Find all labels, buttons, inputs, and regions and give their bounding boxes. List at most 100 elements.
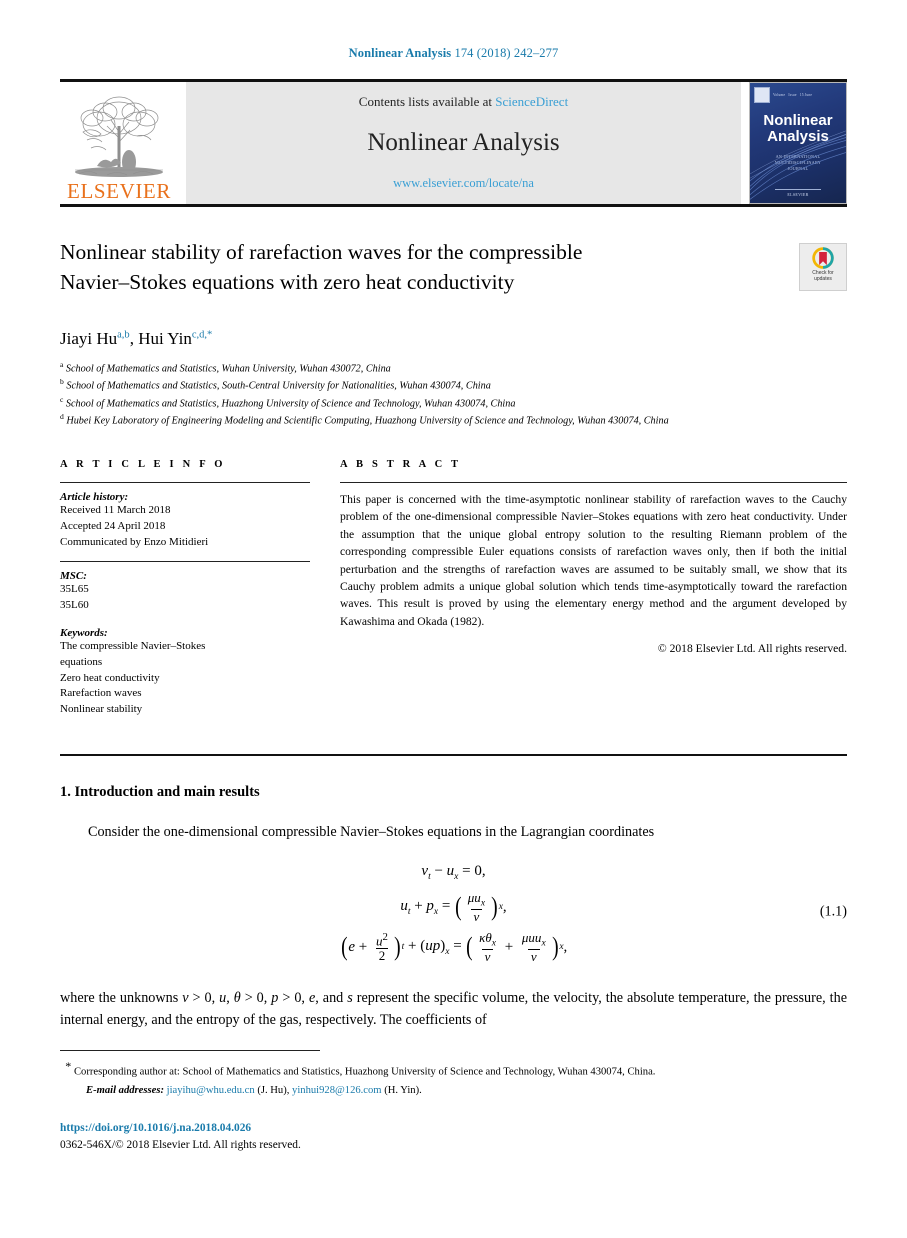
affiliation-d-mark: d bbox=[60, 412, 64, 422]
affiliation-b-text: School of Mathematics and Statistics, So… bbox=[66, 380, 491, 392]
corresponding-author-asterisk[interactable]: * bbox=[207, 329, 212, 340]
crossmark-label-line2: updates bbox=[814, 276, 832, 283]
keyword-1: The compressible Navier–Stokes bbox=[60, 639, 206, 652]
intro-paragraph-1: Consider the one-dimensional compressibl… bbox=[88, 824, 655, 841]
elsevier-tree-icon bbox=[75, 96, 163, 177]
affiliation-a-mark: a bbox=[60, 360, 64, 369]
affiliation-b-mark: b bbox=[60, 377, 64, 387]
article-info-rule bbox=[60, 481, 310, 483]
email-link-2[interactable]: yinhui928@126.com bbox=[292, 1085, 382, 1096]
msc-label: MSC: bbox=[60, 569, 87, 582]
cover-meta-mid: Issue bbox=[788, 93, 797, 97]
contents-prefix: Contents lists available at bbox=[358, 94, 496, 109]
issn-copyright-line: 0362-546X/© 2018 Elsevier Ltd. All right… bbox=[60, 1138, 301, 1151]
corresponding-note-marker: * bbox=[65, 1059, 72, 1073]
article-info-heading: A R T I C L E I N F O bbox=[60, 458, 226, 470]
keyword-2: Zero heat conductivity bbox=[60, 671, 160, 684]
affiliation-c-mark: c bbox=[60, 394, 64, 404]
affiliation-c: c School of Mathematics and Statistics, … bbox=[60, 394, 847, 411]
paper-title: Nonlinear stability of rarefaction waves… bbox=[60, 237, 720, 297]
intro-paragraph-2: where the unknowns v > 0, u, θ > 0, p > … bbox=[60, 990, 847, 1029]
crossmark-label: Check for updates bbox=[812, 270, 833, 283]
author-list: Jiayi Hua,b, Hui Yinc,d,* bbox=[60, 329, 847, 349]
keywords-label: Keywords: bbox=[60, 626, 108, 639]
keywords-block: Keywords: The compressible Navier–Stokes… bbox=[60, 627, 310, 719]
cover-meta-right: 15 June bbox=[799, 93, 813, 97]
affiliation-c-text: School of Mathematics and Statistics, Hu… bbox=[65, 398, 516, 410]
equation-1-1: vt − ux = 0, ut + px = ( μux v ) x, ( e + … bbox=[340, 857, 568, 967]
email-addresses-label: E-mail addresses: bbox=[86, 1084, 164, 1096]
author-1-marks[interactable]: a,b bbox=[117, 329, 130, 340]
footnote-block: * Corresponding author at: School of Mat… bbox=[60, 1058, 847, 1098]
paper-title-line2: Navier–Stokes equations with zero heat c… bbox=[60, 270, 515, 295]
elsevier-logo: ELSEVIER bbox=[60, 82, 178, 204]
msc-code-2: 35L60 bbox=[60, 598, 89, 611]
equation-line-3: ( e + u2 2 ) t + (up)x = ( κθx v + μuux v ) x… bbox=[340, 929, 568, 964]
msc-code-1: 35L65 bbox=[60, 582, 89, 595]
body-separator-rule bbox=[60, 754, 847, 757]
affiliation-a-text: School of Mathematics and Statistics, Wu… bbox=[65, 363, 391, 375]
running-head: Nonlinear Analysis 174 (2018) 242–277 bbox=[60, 0, 847, 61]
corresponding-note-text: Corresponding author at: School of Mathe… bbox=[73, 1066, 656, 1078]
crossmark-logo-icon bbox=[812, 247, 834, 269]
footnote-rule bbox=[60, 1050, 320, 1051]
journal-homepage-link[interactable]: www.elsevier.com/locate/na bbox=[393, 176, 534, 191]
cover-meta-left: Volume bbox=[773, 93, 786, 97]
author-2-name: Hui Yin bbox=[138, 329, 192, 348]
equation-1-1-block: vt − ux = 0, ut + px = ( μux v ) x, ( e + … bbox=[60, 857, 847, 967]
cover-footer: ELSEVIER bbox=[750, 189, 846, 197]
cover-header-row: Volume Issue 15 June bbox=[750, 83, 846, 103]
author-2-marks[interactable]: c,d, bbox=[192, 329, 207, 340]
title-block: Nonlinear stability of rarefaction waves… bbox=[60, 237, 847, 303]
author-1-name: Jiayi Hu bbox=[60, 329, 118, 348]
elsevier-wordmark: ELSEVIER bbox=[67, 179, 171, 203]
affiliation-d-text: Hubei Key Laboratory of Engineering Mode… bbox=[66, 415, 669, 427]
article-accepted-date: Accepted 24 April 2018 bbox=[60, 519, 166, 532]
email-addresses-line: E-mail addresses: jiayihu@whu.edu.cn (J.… bbox=[86, 1084, 422, 1096]
abstract-copyright: © 2018 Elsevier Ltd. All rights reserved… bbox=[657, 642, 847, 656]
affiliation-list: a School of Mathematics and Statistics, … bbox=[60, 359, 847, 429]
info-abstract-row: A R T I C L E I N F O Article history: R… bbox=[60, 459, 847, 718]
abstract-rule bbox=[340, 481, 847, 483]
keyword-4: Nonlinear stability bbox=[60, 703, 143, 716]
article-history-label: Article history: bbox=[60, 490, 129, 503]
running-head-volume: 174 (2018) 242–277 bbox=[454, 46, 559, 60]
abstract-heading: A B S T R A C T bbox=[340, 458, 462, 470]
section-heading-introduction: 1. Introduction and main results bbox=[60, 784, 260, 801]
msc-rule bbox=[60, 560, 310, 562]
article-info-column: A R T I C L E I N F O Article history: R… bbox=[60, 459, 310, 718]
cover-footer-rule bbox=[775, 189, 821, 190]
crossmark-label-line1: Check for bbox=[812, 270, 834, 276]
article-received-date: Received 11 March 2018 bbox=[60, 503, 171, 516]
email-link-1[interactable]: jiayihu@whu.edu.cn bbox=[167, 1085, 255, 1096]
journal-title: Nonlinear Analysis bbox=[367, 129, 560, 156]
doi-block: https://doi.org/10.1016/j.na.2018.04.026… bbox=[60, 1120, 301, 1153]
equation-line-2: ut + px = ( μux v ) x, bbox=[400, 889, 507, 924]
journal-band: Contents lists available at ScienceDirec… bbox=[186, 82, 741, 204]
affiliation-d: d Hubei Key Laboratory of Engineering Mo… bbox=[60, 411, 847, 428]
masthead-bottom-rule bbox=[60, 204, 847, 207]
doi-link[interactable]: https://doi.org/10.1016/j.na.2018.04.026 bbox=[60, 1120, 301, 1137]
paper-title-line1: Nonlinear stability of rarefaction waves… bbox=[60, 240, 583, 264]
equation-line-1: vt − ux = 0, bbox=[421, 862, 486, 882]
keyword-3: Rarefaction waves bbox=[60, 687, 142, 700]
contents-available-line: Contents lists available at ScienceDirec… bbox=[359, 94, 568, 110]
abstract-text: This paper is concerned with the time-as… bbox=[340, 492, 847, 628]
running-head-journal: Nonlinear Analysis bbox=[348, 46, 452, 60]
article-communicated-by: Communicated by Enzo Mitidieri bbox=[60, 535, 209, 548]
cover-footer-text: ELSEVIER bbox=[787, 192, 809, 197]
crossmark-badge[interactable]: Check for updates bbox=[799, 243, 847, 291]
cover-publisher-badge bbox=[754, 87, 770, 103]
journal-masthead: ELSEVIER Contents lists available at Sci… bbox=[60, 79, 847, 204]
affiliation-b: b School of Mathematics and Statistics, … bbox=[60, 376, 847, 393]
sciencedirect-link[interactable]: ScienceDirect bbox=[495, 94, 568, 109]
paper-page: Nonlinear Analysis 174 (2018) 242–277 EL… bbox=[0, 0, 907, 1238]
keyword-1-cont: equations bbox=[60, 655, 103, 668]
equation-number: (1.1) bbox=[819, 903, 847, 920]
email-owner-1: (J. Hu) bbox=[257, 1084, 287, 1096]
email-owner-2: (H. Yin) bbox=[384, 1084, 420, 1096]
journal-cover-thumbnail[interactable]: Volume Issue 15 June Nonlinear Analysis … bbox=[749, 82, 847, 204]
affiliation-a: a School of Mathematics and Statistics, … bbox=[60, 359, 847, 376]
corresponding-author-note: * Corresponding author at: School of Mat… bbox=[60, 1058, 847, 1080]
abstract-column: A B S T R A C T This paper is concerned … bbox=[340, 459, 847, 718]
